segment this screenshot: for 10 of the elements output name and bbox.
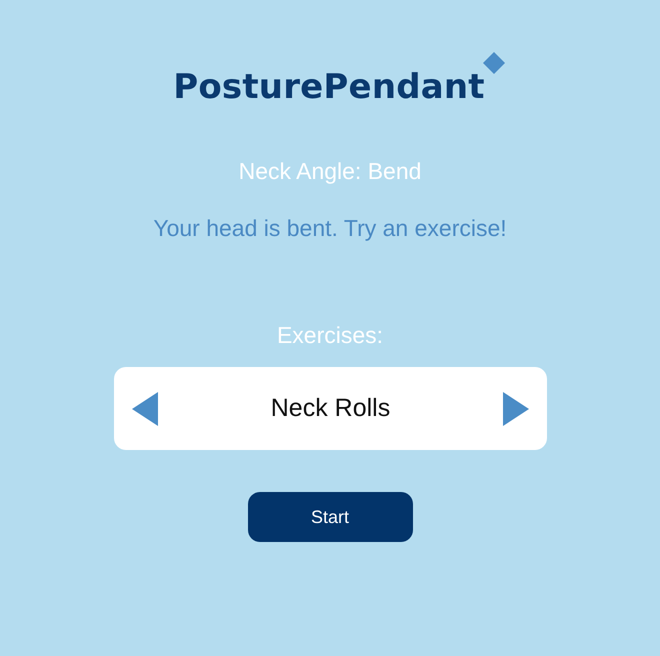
- app-logo: PosturePendant: [173, 70, 485, 104]
- exercise-name: Neck Rolls: [270, 396, 390, 421]
- start-button[interactable]: Start: [248, 492, 412, 542]
- exercises-label: Exercises:: [276, 324, 384, 347]
- exercise-picker[interactable]: Neck Rolls: [114, 367, 546, 450]
- diamond-icon: [482, 52, 505, 74]
- next-arrow-icon[interactable]: [503, 392, 530, 426]
- previous-arrow-icon[interactable]: [132, 392, 158, 426]
- posture-message: Your head is bent. Try an exercise!: [153, 217, 507, 240]
- neck-angle-status: Neck Angle: Bend: [238, 160, 422, 183]
